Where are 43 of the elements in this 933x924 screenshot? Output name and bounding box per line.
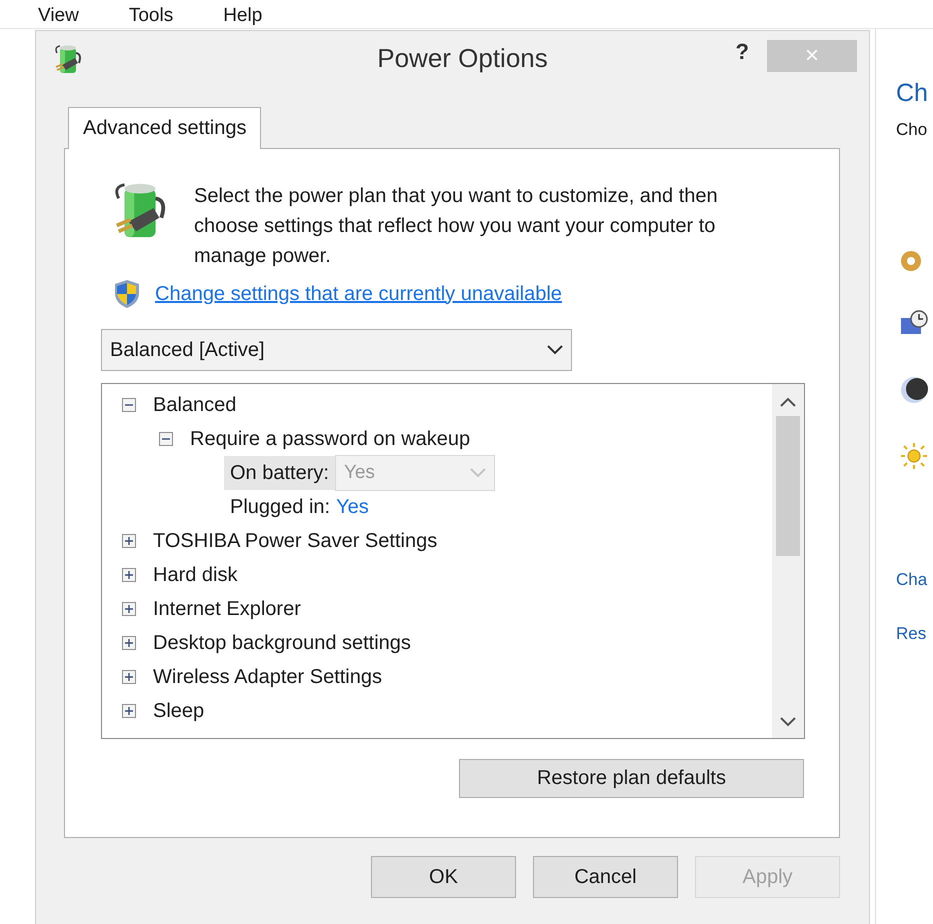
tree-item[interactable]: Balanced: [153, 394, 236, 416]
panel-heading: Ch: [896, 79, 929, 108]
intro-text: Select the power plan that you want to customize, and then choose settings that reflect how you want your computer to manage power.: [194, 184, 719, 269]
expand-icon[interactable]: [122, 704, 136, 718]
help-button[interactable]: ?: [736, 39, 749, 65]
tree-item[interactable]: Hard disk: [153, 564, 238, 586]
collapse-icon[interactable]: [159, 432, 173, 446]
expand-icon[interactable]: [122, 602, 136, 616]
tree-item[interactable]: TOSHIBA Power Saver Settings: [153, 530, 438, 552]
expand-icon[interactable]: [122, 534, 136, 548]
scrollbar[interactable]: [772, 384, 804, 738]
chevron-down-icon: [547, 345, 563, 355]
scroll-up-icon[interactable]: [780, 396, 796, 408]
restore-defaults-button[interactable]: Restore plan defaults: [459, 759, 804, 798]
panel-subheading: Cho: [896, 120, 928, 140]
sun-icon: [900, 442, 928, 470]
menu-item[interactable]: Tools: [128, 6, 174, 28]
moon-icon: [900, 376, 928, 404]
scroll-down-icon[interactable]: [780, 716, 796, 728]
panel-link[interactable]: Cha: [896, 570, 933, 590]
panel-link[interactable]: Res: [896, 624, 933, 644]
setting-value-link[interactable]: Yes: [336, 496, 369, 518]
tree-item[interactable]: Internet Explorer: [153, 598, 301, 620]
chevron-down-icon: [470, 468, 486, 478]
dialog-button[interactable]: OK: [371, 856, 516, 898]
window-title: Power Options: [377, 43, 548, 74]
tree-item[interactable]: Sleep: [153, 700, 204, 722]
tree-item[interactable]: Wireless Adapter Settings: [153, 666, 382, 688]
expand-icon[interactable]: [122, 636, 136, 650]
tree-item[interactable]: Require a password on wakeup: [190, 428, 470, 450]
tree-item[interactable]: Desktop background settings: [153, 632, 411, 654]
menu-item[interactable]: Help: [223, 6, 262, 28]
expand-icon[interactable]: [122, 568, 136, 582]
expand-icon[interactable]: [122, 670, 136, 684]
plan-dropdown[interactable]: Balanced [Active]: [101, 329, 572, 371]
shield-icon: [113, 279, 141, 309]
disc-icon: [900, 250, 922, 272]
dialog-button[interactable]: Cancel: [533, 856, 678, 898]
collapse-icon[interactable]: [122, 398, 136, 412]
change-settings-link[interactable]: Change settings that are currently unavailable: [155, 282, 562, 306]
menu-item[interactable]: View: [38, 6, 79, 28]
tab[interactable]: Advanced settings: [68, 107, 262, 149]
setting-label[interactable]: Plugged in:: [224, 490, 336, 524]
